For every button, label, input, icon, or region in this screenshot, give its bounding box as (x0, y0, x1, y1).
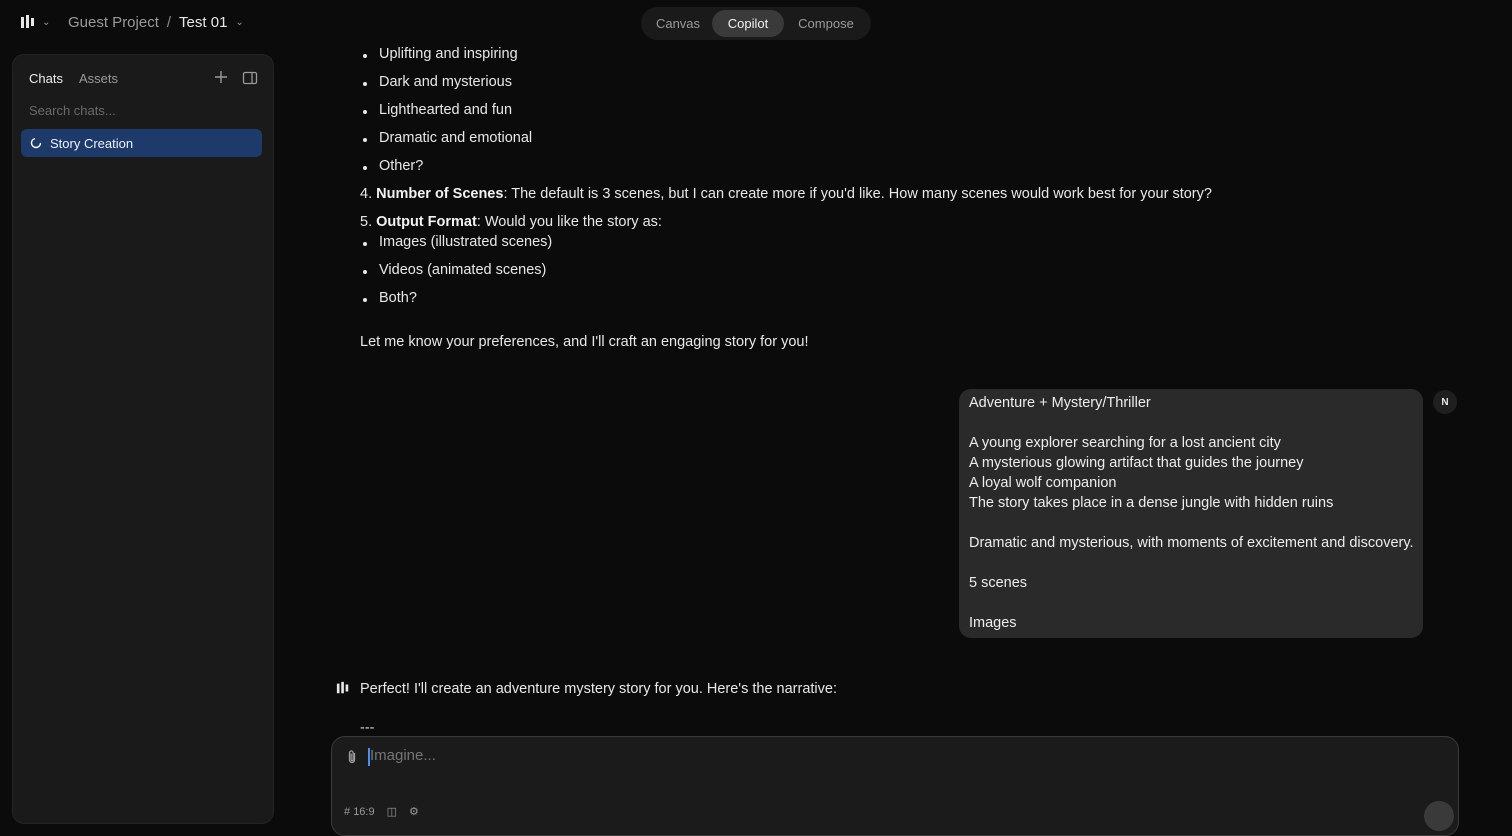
chevron-down-icon[interactable]: ⌄ (235, 17, 243, 28)
breadcrumb-separator: / (166, 14, 172, 31)
question-scenes: 4. Number of Scenes: The default is 3 sc… (360, 186, 1212, 202)
new-chat-icon[interactable] (213, 69, 229, 85)
settings-icon[interactable]: ⚙ (409, 805, 419, 818)
grid-icon: # (344, 805, 351, 818)
top-bar: ⌄ Guest Project / Test 01 ⌄ Canvas Copil… (0, 0, 1512, 46)
message-line: Dramatic and mysterious, with moments of… (969, 535, 1414, 551)
composer: # 16:9 ◫ ⚙ (331, 736, 1459, 836)
list-item: Both? (363, 290, 417, 306)
breadcrumb: Guest Project / Test 01 ⌄ (68, 14, 244, 31)
sidebar-item-label: Story Creation (50, 135, 134, 151)
assistant-logo-icon (336, 681, 349, 694)
message-line: Adventure + Mystery/Thriller (969, 395, 1151, 411)
tab-compose[interactable]: Compose (784, 10, 868, 37)
list-item: Dramatic and emotional (362, 130, 533, 146)
loading-spinner-icon (30, 137, 42, 149)
question-format: 5. Output Format: Would you like the sto… (360, 214, 662, 230)
tab-canvas[interactable]: Canvas (644, 10, 712, 37)
list-item: Uplifting and inspiring (363, 46, 518, 62)
breadcrumb-project[interactable]: Guest Project (68, 14, 159, 31)
message-line: 5 scenes (969, 575, 1028, 591)
message-line: A young explorer searching for a lost an… (969, 435, 1281, 451)
collapse-sidebar-icon[interactable] (242, 70, 258, 86)
send-button[interactable] (1424, 801, 1454, 831)
list-item: Videos (animated scenes) (362, 262, 547, 278)
prompt-input[interactable] (370, 747, 1270, 764)
sidebar-item-story-creation[interactable]: Story Creation (21, 129, 262, 157)
tab-chats[interactable]: Chats (29, 71, 63, 86)
tab-copilot[interactable]: Copilot (712, 10, 784, 37)
tab-assets[interactable]: Assets (79, 71, 118, 86)
app-menu[interactable]: ⌄ (20, 14, 50, 30)
list-item: Other? (362, 158, 424, 174)
message-line: The story takes place in a dense jungle … (969, 495, 1334, 511)
user-avatar: N (1433, 390, 1457, 414)
message-line: A loyal wolf companion (969, 475, 1117, 491)
breadcrumb-file[interactable]: Test 01 (179, 14, 227, 31)
composer-tools: # 16:9 ◫ ⚙ (344, 805, 419, 819)
style-icon[interactable]: ◫ (387, 805, 397, 818)
list-item: Images (illustrated scenes) (362, 234, 553, 250)
sidebar-tabs: Chats Assets (29, 71, 118, 86)
aspect-ratio-button[interactable]: # 16:9 (344, 806, 375, 818)
logo-icon (21, 15, 34, 28)
reply-divider: --- (360, 720, 375, 736)
user-message: Adventure + Mystery/Thriller A young exp… (959, 389, 1423, 638)
mode-switcher: Canvas Copilot Compose (641, 7, 871, 40)
closing-text: Let me know your preferences, and I'll c… (360, 334, 809, 350)
list-item: Dark and mysterious (363, 74, 512, 90)
chevron-down-icon: ⌄ (42, 16, 51, 28)
message-line: A mysterious glowing artifact that guide… (969, 455, 1304, 471)
assistant-reply: Perfect! I'll create an adventure myster… (360, 681, 837, 697)
list-item: Lighthearted and fun (362, 102, 513, 118)
sidebar: Chats Assets Search chats... Story Creat… (12, 54, 274, 824)
attach-icon[interactable] (345, 749, 359, 765)
message-line: Images (969, 615, 1017, 631)
search-chats-input[interactable]: Search chats... (29, 103, 116, 118)
